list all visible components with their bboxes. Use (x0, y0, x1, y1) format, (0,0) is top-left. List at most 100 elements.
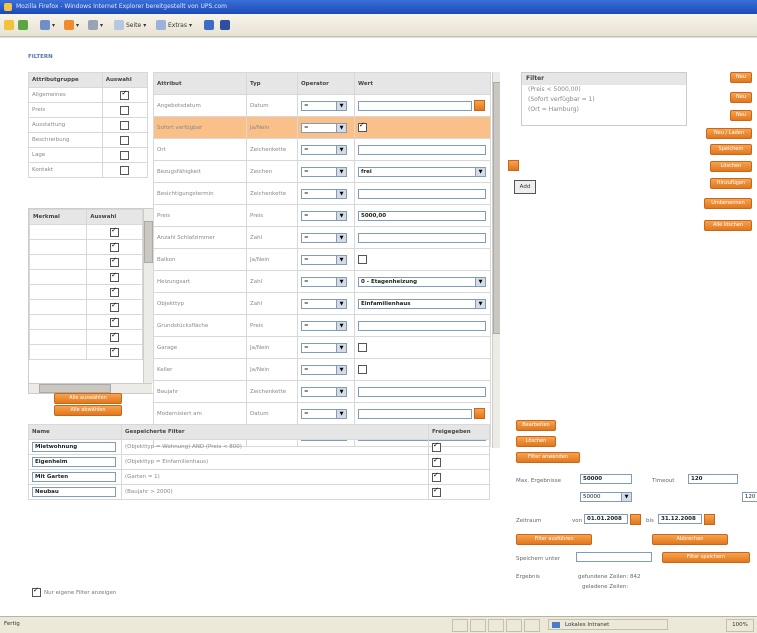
table-row[interactable]: Garage Ja/Nein = ▼ (153, 336, 491, 359)
checkbox[interactable] (110, 346, 120, 357)
value-checkbox[interactable] (358, 365, 367, 374)
favorites-star-button[interactable] (4, 19, 14, 31)
operator-select[interactable]: =▼ (301, 408, 347, 419)
new-button-2[interactable]: Neu (730, 92, 752, 103)
checkbox[interactable] (110, 331, 120, 342)
operator-select[interactable]: =▼ (301, 320, 347, 331)
table-row[interactable]: Mietwohnung (Objekttyp = Wohnung) AND (Pr… (28, 439, 490, 455)
table-row[interactable] (29, 344, 143, 360)
run-filter-button[interactable]: Filter ausführen (516, 534, 592, 545)
delete-button[interactable]: Löschen (710, 161, 752, 172)
checkbox[interactable] (120, 89, 130, 100)
table-row[interactable]: Lage (28, 147, 149, 163)
scroll-thumb[interactable] (493, 82, 500, 334)
operator-select[interactable]: =▼ (301, 166, 347, 177)
shared-checkbox[interactable] (432, 471, 441, 482)
table-row[interactable]: Bezugsfähigkeit Zeichen = ▼ frei ▼ (153, 160, 491, 183)
table-row[interactable]: Beschreibung (28, 132, 149, 148)
cancel-button[interactable]: Abbrechen (652, 534, 728, 545)
timeout-select[interactable]: 120▼ (741, 492, 757, 502)
value-select[interactable]: frei ▼ (358, 166, 486, 177)
operator-select[interactable]: =▼ (301, 188, 347, 199)
calendar-icon[interactable] (473, 100, 485, 111)
timeout-input[interactable]: 120 (688, 474, 738, 484)
operator-select[interactable]: =▼ (301, 210, 347, 221)
checkbox[interactable] (120, 105, 130, 115)
table-row[interactable] (29, 254, 143, 270)
checkbox[interactable] (110, 256, 120, 267)
help-button[interactable] (204, 19, 214, 31)
checkbox[interactable] (110, 271, 120, 282)
date-input[interactable] (358, 100, 472, 111)
checkbox[interactable] (120, 150, 130, 160)
save-button[interactable]: Speichern (710, 144, 752, 155)
table-row[interactable]: Grundstücksfläche Preis = ▼ (153, 314, 491, 337)
operator-select[interactable]: =▼ (301, 386, 347, 397)
operator-select[interactable]: =▼ (301, 364, 347, 375)
operator-select[interactable]: =▼ (301, 122, 347, 133)
table-row[interactable]: Heizungsart Zahl = ▼ 0 - Etagenheizung ▼ (153, 270, 491, 293)
table-row[interactable] (29, 224, 143, 240)
checkbox[interactable] (110, 316, 120, 327)
table-row[interactable]: Angebotsdatum Datum = ▼ (153, 94, 491, 117)
scroll-thumb-h[interactable] (39, 384, 111, 393)
value-input[interactable] (358, 144, 486, 155)
table-row[interactable]: Besichtigungstermin Zeichenkette = ▼ (153, 182, 491, 205)
table-row[interactable]: Anzahl Schlafzimmer Zahl = ▼ (153, 226, 491, 249)
edit-button[interactable]: Bearbeiten (516, 420, 556, 431)
new-button-1[interactable]: Neu (730, 72, 752, 83)
table-row[interactable]: Neubau (Baujahr > 2000) (28, 484, 490, 500)
add-favorites-button[interactable] (18, 19, 28, 31)
value-input[interactable] (358, 232, 486, 243)
shared-checkbox[interactable] (432, 441, 441, 452)
deselect-all-button[interactable]: Alle abwählen (54, 405, 122, 416)
checkbox[interactable] (120, 165, 130, 175)
table-row[interactable]: Kontakt (28, 162, 149, 178)
value-input[interactable] (358, 386, 486, 397)
table-row[interactable]: Keller Ja/Nein = ▼ (153, 358, 491, 381)
table-row[interactable]: Allgemeines (28, 87, 149, 103)
extras-menu[interactable]: Extras ▾ (156, 19, 192, 31)
checkbox[interactable] (110, 286, 120, 297)
calendar-icon[interactable] (704, 514, 715, 525)
checkbox[interactable] (120, 135, 130, 145)
security-zone[interactable]: Lokales Intranet (548, 619, 668, 630)
table-row[interactable] (29, 314, 143, 330)
checkbox[interactable] (120, 120, 130, 130)
rename-button[interactable]: Umbenennen (704, 198, 752, 209)
insert-button[interactable]: Hinzufügen (710, 178, 752, 189)
from-date-input[interactable]: 01.01.2008 (584, 514, 628, 524)
table-row[interactable] (29, 269, 143, 285)
add-filter-button[interactable]: Add (514, 180, 536, 194)
operator-select[interactable]: =▼ (301, 144, 347, 155)
apply-filter-button[interactable]: Filter anwenden (516, 452, 580, 463)
table-row[interactable] (29, 284, 143, 300)
checkbox[interactable] (110, 241, 120, 252)
max-results-input[interactable]: 50000 (580, 474, 632, 484)
own-filters-toggle[interactable]: Nur eigene Filter anzeigen (32, 586, 116, 597)
checkbox[interactable] (110, 226, 120, 237)
value-input[interactable]: 5000,00 (358, 210, 486, 221)
max-results-select[interactable]: 50000 ▼ (580, 492, 632, 502)
operator-select[interactable]: =▼ (301, 232, 347, 243)
value-input[interactable] (358, 320, 486, 331)
clear-all-button[interactable]: Alle löschen (704, 220, 752, 231)
scroll-thumb[interactable] (144, 221, 153, 263)
table-row[interactable] (29, 239, 143, 255)
table-row[interactable]: Modernisiert am Datum = ▼ (153, 402, 491, 425)
table-row[interactable]: Baujahr Zeichenkette = ▼ (153, 380, 491, 403)
operator-select[interactable]: =▼ (301, 276, 347, 287)
table-row[interactable]: Sofort verfügbar Ja/Nein = ▼ (153, 116, 491, 139)
operator-select[interactable]: =▼ (301, 298, 347, 309)
load-button[interactable]: Neu / Laden (706, 128, 752, 139)
table-row[interactable]: Balkon Ja/Nein = ▼ (153, 248, 491, 271)
checkbox[interactable] (32, 586, 41, 597)
save-as-input[interactable] (576, 552, 652, 562)
home-button[interactable]: ▾ (40, 19, 55, 31)
shared-checkbox[interactable] (432, 486, 441, 497)
table-row[interactable]: Objekttyp Zahl = ▼ Einfamilienhaus ▼ (153, 292, 491, 315)
table-row[interactable]: Ausstattung (28, 117, 149, 133)
transfer-arrow-button[interactable] (508, 160, 519, 171)
filter-name-field[interactable]: Eigenheim (32, 457, 116, 467)
value-checkbox[interactable] (358, 343, 367, 352)
